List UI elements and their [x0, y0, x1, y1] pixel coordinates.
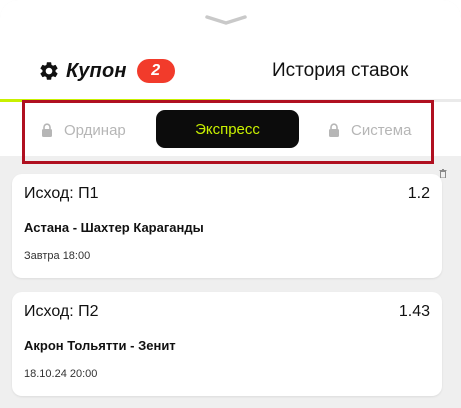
- bet-outcome: Исход: П1: [24, 185, 99, 202]
- mode-express[interactable]: Экспресс: [156, 110, 299, 148]
- bet-match: Акрон Тольятти - Зенит: [24, 338, 176, 353]
- tab-bet-history[interactable]: История ставок: [272, 58, 408, 84]
- bet-card[interactable]: Исход: П2 1.43 Акрон Тольятти - Зенит 18…: [12, 292, 442, 396]
- active-tab-indicator: [0, 99, 230, 102]
- bet-time: Завтра 18:00: [24, 250, 91, 262]
- mode-ordinar-label: Ординар: [64, 121, 126, 139]
- bet-match: Астана - Шахтер Караганды: [24, 220, 204, 235]
- trash-icon[interactable]: [439, 169, 447, 178]
- bet-odds: 1.2: [407, 185, 430, 202]
- lock-icon: [329, 123, 339, 137]
- bet-time: 18.10.24 20:00: [24, 368, 98, 380]
- gear-icon: [40, 62, 58, 80]
- mode-system-label: Система: [351, 121, 412, 139]
- lock-icon: [42, 123, 52, 137]
- tab-coupon-label: Купон: [66, 59, 127, 82]
- bet-outcome: Исход: П2: [24, 303, 99, 320]
- coupon-header: Купон 2 История ставок Ординар Экспресс …: [0, 0, 461, 156]
- bet-card[interactable]: Исход: П1 1.2 Астана - Шахтер Караганды …: [12, 174, 442, 278]
- mode-ordinar[interactable]: Ординар: [41, 119, 126, 141]
- tab-coupon[interactable]: Купон 2: [38, 56, 175, 86]
- chevron-down-icon[interactable]: [204, 14, 248, 26]
- bet-odds: 1.43: [398, 303, 430, 320]
- mode-system[interactable]: Система: [328, 119, 411, 141]
- coupon-sheet: Купон 2 История ставок Ординар Экспресс …: [0, 0, 461, 408]
- coupon-count-badge: 2: [136, 59, 175, 83]
